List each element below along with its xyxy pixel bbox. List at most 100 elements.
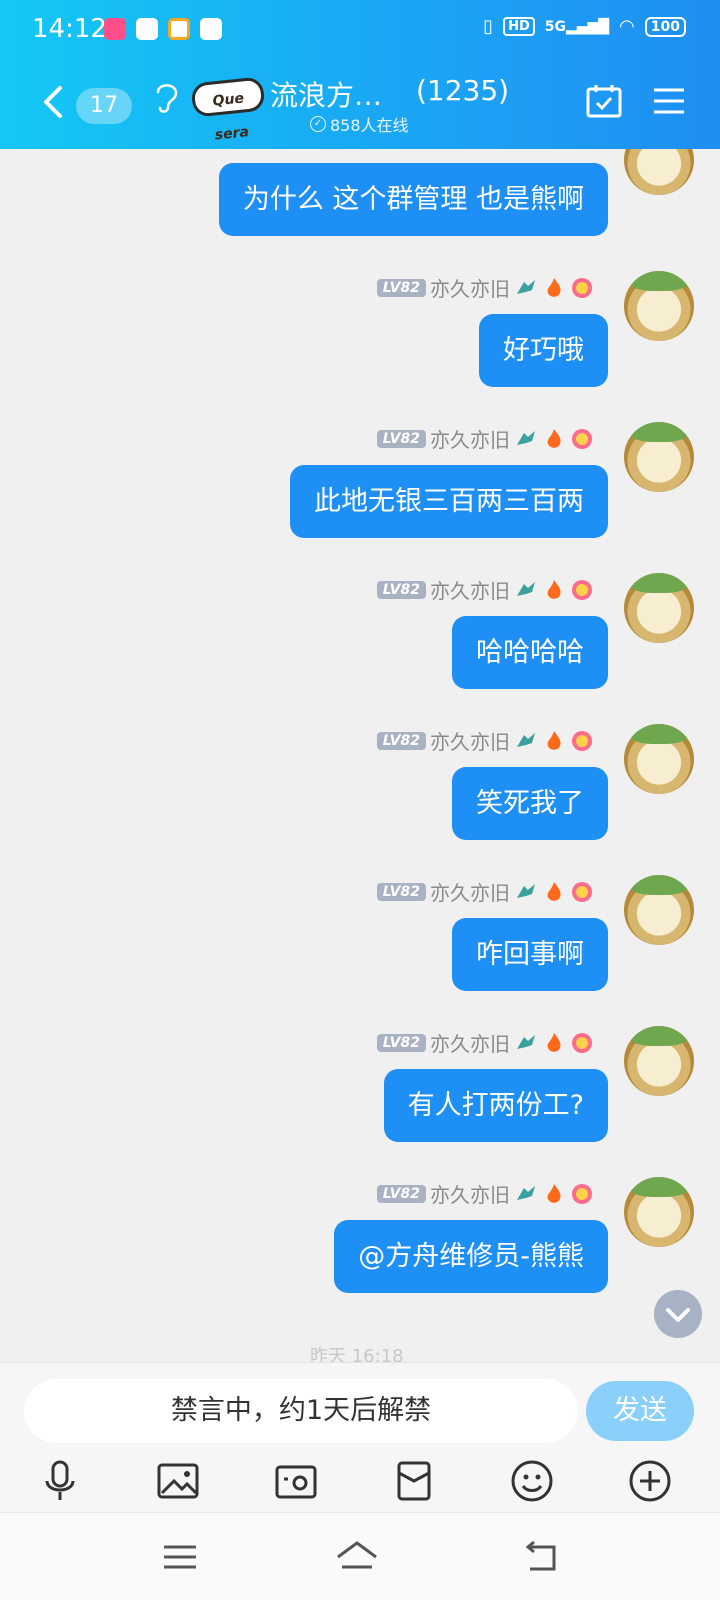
fire-badge-icon xyxy=(547,579,561,599)
flower-badge-icon xyxy=(572,579,592,600)
scroll-down-icon[interactable] xyxy=(654,1290,702,1338)
sender-name[interactable]: 亦久亦旧 xyxy=(430,424,510,453)
level-badge: LV82 xyxy=(376,731,426,750)
sender-meta: LV82 亦久亦旧 xyxy=(376,575,594,604)
hamburger-menu-icon[interactable] xyxy=(652,86,686,116)
fire-badge-icon xyxy=(547,1183,561,1203)
sender-avatar[interactable] xyxy=(624,149,694,195)
home-icon[interactable] xyxy=(334,1537,380,1577)
sender-avatar[interactable] xyxy=(624,422,694,492)
message-bubble[interactable]: 此地无银三百两三百两 xyxy=(290,465,608,538)
flower-badge-icon xyxy=(572,881,592,902)
dragon-badge-icon xyxy=(517,581,535,596)
camera-icon[interactable] xyxy=(274,1459,318,1503)
hd-indicator: HD xyxy=(503,17,535,36)
check-circle-icon: ✓ xyxy=(310,116,326,132)
dragon-badge-icon xyxy=(517,430,535,445)
message-bubble[interactable]: 哈哈哈哈 xyxy=(452,616,608,689)
input-bar: 禁言中，约1天后解禁 发送 xyxy=(0,1362,720,1512)
sender-meta: LV82 亦久亦旧 xyxy=(376,726,594,755)
status-bar: 14:12 ▯ HD 5G▂▄▆█ ◠ 100 xyxy=(0,0,720,58)
group-logo: Que sera xyxy=(190,76,266,144)
sender-meta: LV82 亦久亦旧 xyxy=(376,1028,594,1057)
microphone-icon[interactable] xyxy=(38,1459,82,1503)
dragon-badge-icon xyxy=(517,1034,535,1049)
notification-icons xyxy=(104,18,222,40)
back-arrow-icon[interactable] xyxy=(36,82,72,122)
dragon-badge-icon xyxy=(517,732,535,747)
fire-badge-icon xyxy=(547,730,561,750)
sender-meta: LV82 亦久亦旧 xyxy=(376,877,594,906)
system-indicators: ▯ HD 5G▂▄▆█ ◠ 100 xyxy=(483,16,686,37)
flower-badge-icon xyxy=(572,1032,592,1053)
back-icon[interactable] xyxy=(520,1537,560,1577)
level-badge: LV82 xyxy=(376,580,426,599)
sender-name[interactable]: 亦久亦旧 xyxy=(430,726,510,755)
online-count: 858人在线 xyxy=(330,116,409,135)
level-badge: LV82 xyxy=(376,1033,426,1052)
message-bubble[interactable]: 咋回事啊 xyxy=(452,918,608,991)
online-status: ✓ 858人在线 xyxy=(310,112,409,136)
level-badge: LV82 xyxy=(376,1184,426,1203)
unread-count-badge[interactable]: 17 xyxy=(76,88,132,124)
chat-header: 14:12 ▯ HD 5G▂▄▆█ ◠ 100 17 Que sera 流浪方…… xyxy=(0,0,720,149)
fire-badge-icon xyxy=(547,277,561,297)
message-list[interactable]: 为什么 这个群管理 也是熊啊 LV82 亦久亦旧 好巧哦 LV82 亦久亦旧 此… xyxy=(0,149,720,1362)
vibrate-icon: ▯ xyxy=(483,16,494,37)
dragon-badge-icon xyxy=(517,1185,535,1200)
dragon-badge-icon xyxy=(517,883,535,898)
sender-avatar[interactable] xyxy=(624,271,694,341)
sender-avatar[interactable] xyxy=(624,724,694,794)
battery-indicator: 100 xyxy=(644,16,686,37)
video-app-icon xyxy=(104,18,126,40)
message-bubble[interactable]: @方舟维修员-熊熊 xyxy=(334,1220,608,1293)
sender-avatar[interactable] xyxy=(624,573,694,643)
flower-badge-icon xyxy=(572,428,592,449)
menu-icon[interactable] xyxy=(160,1537,200,1577)
member-count: (1235) xyxy=(416,74,510,107)
message-bubble[interactable]: 好巧哦 xyxy=(479,314,608,387)
input-toolbar xyxy=(0,1459,720,1507)
album-app-icon xyxy=(136,18,158,40)
sender-name[interactable]: 亦久亦旧 xyxy=(430,273,510,302)
message-bubble[interactable]: 为什么 这个群管理 也是熊啊 xyxy=(218,163,608,236)
flower-badge-icon xyxy=(572,277,592,298)
weibo-icon xyxy=(168,18,190,40)
plus-icon[interactable] xyxy=(628,1459,672,1503)
message-bubble[interactable]: 笑死我了 xyxy=(452,767,608,840)
image-icon[interactable] xyxy=(156,1459,200,1503)
calendar-check-icon[interactable] xyxy=(586,84,622,118)
sender-name[interactable]: 亦久亦旧 xyxy=(430,1179,510,1208)
sender-name[interactable]: 亦久亦旧 xyxy=(430,575,510,604)
sender-avatar[interactable] xyxy=(624,1177,694,1247)
message-app-icon xyxy=(200,18,222,40)
status-time: 14:12 xyxy=(32,14,107,44)
sender-avatar[interactable] xyxy=(624,875,694,945)
level-badge: LV82 xyxy=(376,278,426,297)
fire-badge-icon xyxy=(547,881,561,901)
level-badge: LV82 xyxy=(376,882,426,901)
ear-icon[interactable] xyxy=(154,80,180,116)
dragon-badge-icon xyxy=(517,279,535,294)
flower-badge-icon xyxy=(572,730,592,751)
fire-badge-icon xyxy=(547,1032,561,1052)
wifi-icon: ◠ xyxy=(619,16,635,37)
sender-name[interactable]: 亦久亦旧 xyxy=(430,877,510,906)
fire-badge-icon xyxy=(547,428,561,448)
level-badge: LV82 xyxy=(376,429,426,448)
sender-name[interactable]: 亦久亦旧 xyxy=(430,1028,510,1057)
sender-meta: LV82 亦久亦旧 xyxy=(376,273,594,302)
sender-meta: LV82 亦久亦旧 xyxy=(376,424,594,453)
system-nav-bar xyxy=(0,1512,720,1600)
group-name[interactable]: 流浪方… xyxy=(270,74,382,114)
nav-bar: 17 Que sera 流浪方… (1235) ✓ 858人在线 xyxy=(0,68,720,146)
send-button[interactable]: 发送 xyxy=(586,1381,694,1441)
flower-badge-icon xyxy=(572,1183,592,1204)
emoji-icon[interactable] xyxy=(510,1459,554,1503)
message-bubble[interactable]: 有人打两份工? xyxy=(383,1069,608,1142)
sender-meta: LV82 亦久亦旧 xyxy=(376,1179,594,1208)
signal-icon: 5G▂▄▆█ xyxy=(544,18,610,35)
sender-avatar[interactable] xyxy=(624,1026,694,1096)
red-packet-icon[interactable] xyxy=(392,1459,436,1503)
muted-notice-field[interactable]: 禁言中，约1天后解禁 xyxy=(24,1379,578,1443)
